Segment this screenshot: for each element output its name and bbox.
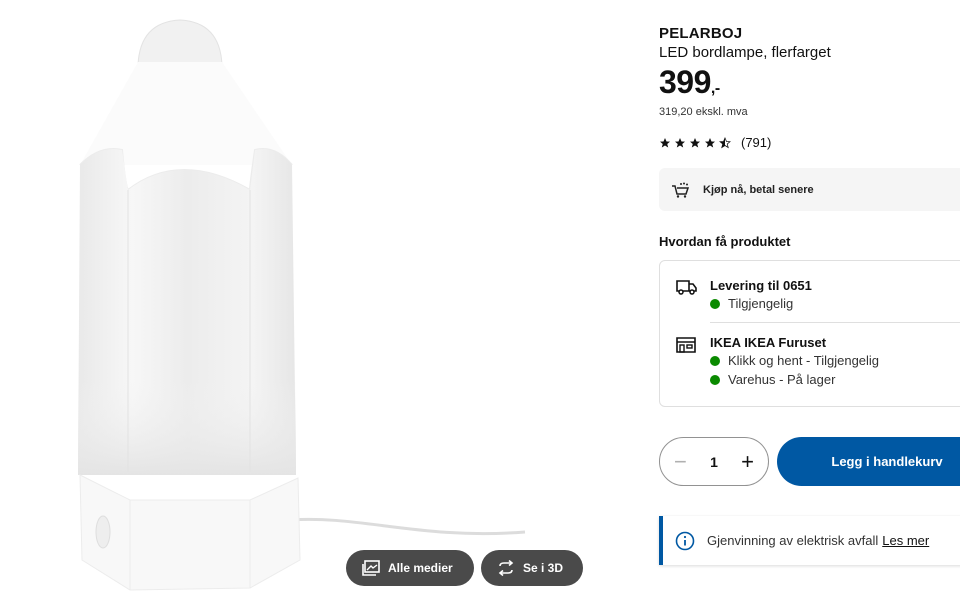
increase-quantity-button[interactable]: + bbox=[741, 450, 754, 473]
cart-installment-icon bbox=[672, 182, 690, 198]
half-star-icon bbox=[719, 136, 731, 148]
store-icon bbox=[676, 337, 696, 353]
availability-box: Levering til 0651 Tilgjengelig IKEA IKEA… bbox=[659, 260, 960, 407]
delivery-title: Levering til 0651 bbox=[710, 278, 812, 293]
quantity-value[interactable]: 1 bbox=[710, 454, 718, 470]
product-description: LED bordlampe, flerfarget bbox=[659, 44, 831, 61]
star-icon bbox=[660, 137, 670, 147]
view-3d-label: Se i 3D bbox=[523, 561, 564, 575]
quantity-stepper: − 1 + bbox=[659, 437, 769, 486]
status-dot bbox=[710, 298, 720, 309]
all-media-label: Alle medier bbox=[388, 561, 453, 575]
add-to-cart-button[interactable]: Legg i handlekurv bbox=[777, 437, 960, 486]
product-image[interactable]: Alle medier Se i 3D bbox=[0, 0, 640, 609]
add-to-cart-label: Legg i handlekurv bbox=[831, 454, 943, 469]
delivery-option[interactable]: Levering til 0651 Tilgjengelig bbox=[660, 261, 960, 322]
click-collect-status: Klikk og hent - Tilgjengelig bbox=[710, 353, 879, 368]
recycling-text: Gjenvinning av elektrisk avfall bbox=[707, 533, 879, 548]
price-suffix: ,- bbox=[710, 80, 720, 97]
price-ex-vat: 319,20 ekskl. mva bbox=[659, 106, 748, 118]
warehouse-status: Varehus - På lager bbox=[710, 372, 835, 387]
decrease-quantity-button[interactable]: − bbox=[674, 450, 687, 473]
rotate-3d-icon bbox=[498, 560, 514, 576]
store-title: IKEA IKEA Furuset bbox=[710, 335, 827, 350]
recycling-notice: Gjenvinning av elektrisk avfall Les mer bbox=[659, 516, 960, 565]
warehouse-text: Varehus - På lager bbox=[728, 372, 836, 387]
star-icon bbox=[675, 137, 685, 147]
delivery-status: Tilgjengelig bbox=[710, 296, 793, 311]
rating[interactable]: (791) bbox=[659, 135, 771, 150]
rating-count: (791) bbox=[741, 135, 772, 150]
rating-stars bbox=[659, 136, 731, 149]
star-icon bbox=[690, 137, 700, 147]
gallery-icon bbox=[362, 560, 380, 576]
click-collect-text: Klikk og hent - Tilgjengelig bbox=[728, 353, 880, 368]
status-dot bbox=[710, 374, 720, 385]
truck-icon bbox=[676, 280, 697, 295]
status-dot bbox=[710, 355, 720, 366]
price-value: 399 bbox=[659, 64, 711, 100]
delivery-status-text: Tilgjengelig bbox=[728, 296, 794, 311]
info-icon bbox=[675, 531, 695, 550]
bnpl-label: Kjøp nå, betal senere bbox=[703, 183, 814, 196]
view-3d-button[interactable]: Se i 3D bbox=[481, 550, 583, 586]
read-more-link[interactable]: Les mer bbox=[882, 533, 929, 548]
lamp-image bbox=[78, 19, 526, 591]
buy-now-pay-later-banner[interactable]: Kjøp nå, betal senere bbox=[659, 168, 960, 211]
star-icon bbox=[705, 137, 715, 147]
availability-heading: Hvordan få produktet bbox=[659, 234, 791, 249]
store-option[interactable]: IKEA IKEA Furuset Klikk og hent - Tilgje… bbox=[660, 323, 960, 408]
product-name: PELARBOJ bbox=[659, 25, 743, 42]
product-price: 399,- bbox=[659, 64, 720, 101]
all-media-button[interactable]: Alle medier bbox=[346, 550, 474, 586]
